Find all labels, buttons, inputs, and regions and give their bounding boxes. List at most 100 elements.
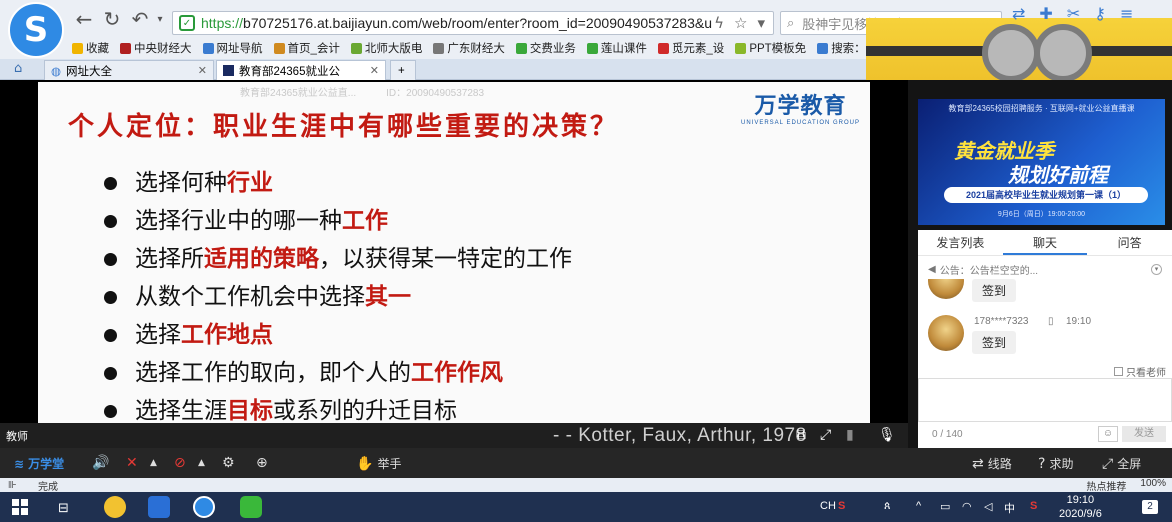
classroom-toolbar: ≋ 万学堂 🔊 ✕ ▲ ⊘ ▲ ⚙ ⊕ ✋ 举手 ⇄ 线路 ? 求助 ⤢ 全屏 <box>0 448 1172 478</box>
puzzle-icon[interactable]: ✚ <box>1039 4 1052 23</box>
menu-icon[interactable]: ≡ <box>1120 4 1133 23</box>
network-icon[interactable] <box>148 496 170 518</box>
favorite-link[interactable]: 莲山课件 <box>586 40 647 56</box>
bookmark-icon <box>817 42 829 54</box>
bullet-icon <box>104 290 117 304</box>
start-icon[interactable] <box>12 499 28 515</box>
popout-icon[interactable]: ⧉ <box>796 427 806 443</box>
browser-taskbar-icon[interactable] <box>193 496 215 518</box>
bookmark-icon <box>735 42 747 54</box>
slide-bullet: 从数个工作机会中选择 其一 <box>104 278 572 316</box>
help-button[interactable]: ? 求助 <box>1038 455 1073 472</box>
screen: ← ↻ ↶ ▾ ✓ https:// b70725176.at.baijiayu… <box>0 0 1172 522</box>
chevron-down-icon[interactable]: ▾ <box>757 14 765 32</box>
favorite-link[interactable]: 收藏 <box>72 40 109 56</box>
tab-speaker-list[interactable]: 发言列表 <box>918 230 1003 255</box>
tab-chat[interactable]: 聊天 <box>1002 230 1088 255</box>
bolt-icon[interactable]: ϟ <box>714 14 724 32</box>
favorite-link[interactable]: 首页_会计 <box>273 40 340 56</box>
slide-bullet: 选择何种 行业 <box>104 164 572 202</box>
bullet-icon <box>104 214 117 228</box>
sidebar-toggle-icon[interactable]: ⊪ <box>8 480 17 491</box>
favorite-link[interactable]: 网址导航 <box>202 40 263 56</box>
bullet-highlight: 其一 <box>365 284 411 310</box>
avatar[interactable] <box>928 279 964 299</box>
page-icon <box>223 65 234 76</box>
microphone-icon[interactable]: 🎙 <box>878 427 896 443</box>
media-player-icon[interactable] <box>104 496 126 518</box>
volume-icon[interactable]: 🔊 <box>92 455 109 471</box>
teacher-label: 教师 <box>6 431 28 443</box>
tab-home[interactable]: ◍ 网址大全 ✕ <box>44 60 214 80</box>
expand-icon[interactable]: ⤢ <box>820 427 831 443</box>
screenshot-icon[interactable]: ✂ <box>1067 4 1080 23</box>
fullscreen-icon: ⤢ <box>1102 455 1114 472</box>
slide-watermark: 教育部24365就业公益直... ID：20090490537283 <box>240 88 485 99</box>
slide-citation: - - Kotter, Faux, Arthur, 1978 <box>553 425 807 446</box>
undo-dropdown-icon[interactable]: ▾ <box>148 7 172 31</box>
chevron-up-icon[interactable]: ^ <box>916 500 921 512</box>
chat-input[interactable] <box>918 378 1172 422</box>
camera-off-icon[interactable]: ⊘ <box>174 455 186 471</box>
bookmark-icon <box>433 42 445 54</box>
chevron-up-icon[interactable]: ▲ <box>198 458 205 468</box>
star-icon[interactable]: ☆ <box>734 14 747 32</box>
add-user-icon[interactable]: ⊕ <box>256 455 268 471</box>
people-icon[interactable]: ጰ <box>884 500 891 513</box>
sogou-icon[interactable]: S <box>838 500 845 512</box>
bullet-highlight: 目标 <box>227 398 273 423</box>
favorite-link[interactable]: PPT模板免 <box>735 40 806 56</box>
tab-qa[interactable]: 问答 <box>1087 230 1172 255</box>
bullet-highlight: 适用的策略 <box>204 246 319 272</box>
favorite-link[interactable]: 广东财经大 <box>433 40 505 56</box>
browser-tools: ⇄ ✚ ✂ ⚷ ≡ <box>1012 4 1133 23</box>
sogou-icon[interactable]: S <box>1030 500 1037 512</box>
favorite-link[interactable]: 觅元素_设 <box>657 40 724 56</box>
chat-message: 签到 <box>972 279 1017 302</box>
url-bar[interactable]: ✓ https:// b70725176.at.baijiayun.com/we… <box>172 11 774 35</box>
notification-badge[interactable]: 2 <box>1142 500 1158 514</box>
clock[interactable]: 19:10 2020/9/6 <box>1059 493 1102 521</box>
mic-muted-icon[interactable]: ✕ <box>126 455 138 471</box>
side-panel: 教育部24365校园招聘服务 · 互联网+就业公益直播课 黄金就业季 规划好前程… <box>908 80 1172 448</box>
close-icon[interactable]: ✕ <box>198 64 207 77</box>
ime-indicator[interactable]: CH <box>820 500 836 512</box>
bullet-text: 选择行业中的哪一种 <box>135 208 342 234</box>
chevron-down-icon[interactable]: ▾ <box>1151 263 1162 275</box>
fullscreen-button[interactable]: ⤢ 全屏 <box>1102 455 1141 472</box>
tab-label: 网址大全 <box>66 65 113 78</box>
announcement[interactable]: ◀ 公告：公告栏空空的... ▾ <box>918 260 1172 278</box>
speaker-icon[interactable]: ◁ <box>984 500 992 513</box>
key-icon[interactable]: ⚷ <box>1094 4 1106 23</box>
hot-news-link[interactable]: 热点推荐 <box>1086 478 1126 493</box>
raise-hand-button[interactable]: ✋ 举手 <box>356 455 401 472</box>
refresh-icon[interactable]: ↻ <box>100 7 124 31</box>
new-tab-button[interactable]: + <box>390 60 416 80</box>
chevron-up-icon[interactable]: ▲ <box>150 458 157 468</box>
favorite-link[interactable]: 交费业务 <box>515 40 576 56</box>
back-arrow-icon[interactable]: ← <box>72 7 96 31</box>
ime-mode[interactable]: 中 <box>1004 500 1015 516</box>
video-caption-bar: 教师 - - Kotter, Faux, Arthur, 1978 ⧉ ⤢ ▮ … <box>0 423 908 448</box>
translate-icon[interactable]: ⇄ <box>1012 4 1025 23</box>
favorite-link[interactable]: 北师大版电 <box>350 40 422 56</box>
gear-icon[interactable]: ⚙ <box>222 455 235 471</box>
home-icon[interactable]: ⌂ <box>14 61 22 76</box>
emoji-icon[interactable]: ☺ <box>1098 426 1118 442</box>
slide-bullet: 选择工作的取向，即个人的 工作作风 <box>104 354 572 392</box>
message-list[interactable]: 签到 178****7323 ▯ 19:10 签到 <box>918 279 1172 361</box>
tab-classroom[interactable]: 教育部24365就业公 ✕ <box>216 60 386 80</box>
slide-viewer: 教育部24365就业公益直... ID：20090490537283 万学教育 U… <box>0 80 908 448</box>
close-icon[interactable]: ✕ <box>370 64 379 77</box>
only-teacher-checkbox[interactable]: 只看老师 <box>1114 364 1166 379</box>
chat-time: 19:10 <box>1066 316 1092 327</box>
route-button[interactable]: ⇄ 线路 <box>972 455 1012 472</box>
send-button[interactable]: 发送 <box>1122 426 1166 442</box>
favorite-link[interactable]: 中央财经大 <box>120 40 192 56</box>
wechat-icon[interactable] <box>240 496 262 518</box>
bullet-icon <box>104 176 117 190</box>
avatar[interactable] <box>928 315 964 351</box>
task-view-icon[interactable]: ⊟ <box>58 500 69 516</box>
zoom-level[interactable]: 100% <box>1140 478 1166 493</box>
brand-icon: ≋ <box>14 456 25 471</box>
